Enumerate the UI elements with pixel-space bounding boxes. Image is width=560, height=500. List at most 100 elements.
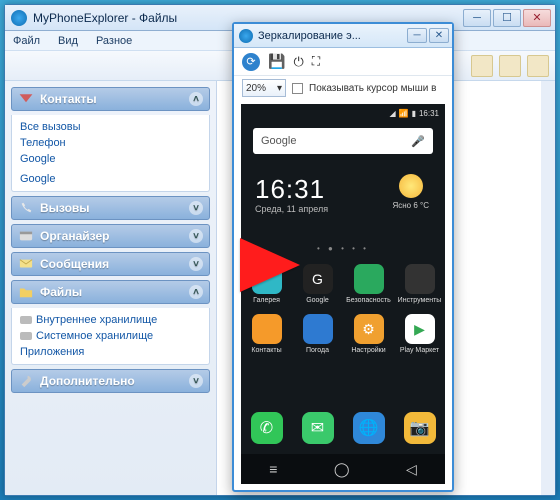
app-label: Контакты xyxy=(251,347,281,354)
phone-dock: ✆ ✉ 🌐 📷 xyxy=(241,412,445,444)
signal-icon: ◢ xyxy=(389,109,395,118)
app-label: Безопасность xyxy=(346,297,391,304)
files-link-internal[interactable]: Внутреннее хранилище xyxy=(20,312,201,328)
phone-search-bar[interactable]: Google 🎤 xyxy=(253,128,433,154)
mirror-close-button[interactable]: ✕ xyxy=(429,28,449,43)
mirror-minimize-button[interactable]: ─ xyxy=(407,28,427,43)
sidebar-contacts-header[interactable]: Контакты ˄ xyxy=(11,87,210,111)
sidebar-messages-header[interactable]: Сообщения ˅ xyxy=(11,252,210,276)
phone-status-bar: ◢ 📶 ▮ 16:31 xyxy=(241,106,445,120)
toolbar-button-3[interactable] xyxy=(527,55,549,77)
sidebar-extra-label: Дополнительно xyxy=(40,374,135,388)
contacts-link-google1[interactable]: Google xyxy=(20,151,201,167)
minimize-button[interactable]: ─ xyxy=(463,9,491,27)
mirror-title: Зеркалирование э... xyxy=(258,30,407,42)
menu-view[interactable]: Вид xyxy=(58,35,78,47)
chevron-down-icon: ˅ xyxy=(189,229,203,243)
toolbar-button-1[interactable] xyxy=(471,55,493,77)
phone-date: Среда, 11 апреля xyxy=(255,204,328,214)
app-icon xyxy=(252,314,282,344)
dock-app[interactable]: 📷 xyxy=(404,412,436,444)
phone-app[interactable]: ⚙Настройки xyxy=(343,314,394,354)
scrollbar-vertical[interactable] xyxy=(541,81,555,495)
contacts-link-all[interactable]: Все вызовы xyxy=(20,119,201,135)
cursor-checkbox[interactable] xyxy=(292,83,303,94)
chevron-down-icon: ˅ xyxy=(189,201,203,215)
files-link-apps[interactable]: Приложения xyxy=(20,344,201,360)
app-icon xyxy=(239,29,253,43)
storage-icon xyxy=(20,332,32,340)
sidebar-files-body: Внутреннее хранилище Системное хранилище… xyxy=(11,308,210,365)
sidebar-files-header[interactable]: Файлы ˄ xyxy=(11,280,210,304)
sidebar-calls-label: Вызовы xyxy=(40,201,90,215)
sidebar-extra-header[interactable]: Дополнительно ˅ xyxy=(11,369,210,393)
app-icon xyxy=(354,264,384,294)
app-icon xyxy=(303,314,333,344)
contacts-link-phone[interactable]: Телефон xyxy=(20,135,201,151)
phone-app[interactable]: Безопасность xyxy=(343,264,394,304)
phone-app[interactable]: G Google xyxy=(292,264,343,304)
sidebar: Контакты ˄ Все вызовы Телефон Google Goo… xyxy=(5,81,217,495)
app-label: Инструменты xyxy=(398,297,442,304)
dock-app[interactable]: ✉ xyxy=(302,412,334,444)
sidebar-organizer-header[interactable]: Органайзер ˅ xyxy=(11,224,210,248)
nav-home-button[interactable]: ◯ xyxy=(334,461,350,478)
search-placeholder: Google xyxy=(261,135,296,147)
mic-icon: 🎤 xyxy=(411,135,425,148)
phone-weather[interactable]: Ясно 6 °C xyxy=(392,174,429,210)
app-icon xyxy=(11,10,27,26)
sidebar-files-label: Файлы xyxy=(40,285,82,299)
mirror-titlebar: Зеркалирование э... ─ ✕ xyxy=(234,24,452,48)
app-icon xyxy=(252,264,282,294)
save-button[interactable]: 💾 xyxy=(268,53,285,70)
mirror-options-row: 20% ▾ Показывать курсор мыши в xyxy=(234,76,452,100)
wrench-icon xyxy=(18,374,34,388)
chevron-up-icon: ˄ xyxy=(189,285,203,299)
wifi-icon: 📶 xyxy=(399,109,409,118)
page-indicator: • ● • • • xyxy=(241,244,445,253)
fullscreen-button[interactable]: ⛶ xyxy=(312,54,320,69)
mirror-window: Зеркалирование э... ─ ✕ ⟳ 💾 ⏻ ⛶ 20% ▾ Пок… xyxy=(232,22,454,492)
chevron-down-icon: ˅ xyxy=(189,374,203,388)
files-link-system[interactable]: Системное хранилище xyxy=(20,328,201,344)
app-label: Погода xyxy=(306,347,329,354)
contacts-link-google2[interactable]: Google xyxy=(20,171,201,187)
power-button[interactable]: ⏻ xyxy=(293,54,303,70)
phone-app[interactable]: ▶Play Маркет xyxy=(394,314,445,354)
toolbar-button-2[interactable] xyxy=(499,55,521,77)
refresh-button[interactable]: ⟳ xyxy=(242,53,260,71)
app-label: Галерея xyxy=(253,297,280,304)
app-label: Google xyxy=(306,297,329,304)
zoom-value: 20% xyxy=(246,83,266,94)
app-label: Play Маркет xyxy=(400,347,439,354)
phone-app[interactable]: Галерея xyxy=(241,264,292,304)
phone-navbar: ≡ ◯ ◁ xyxy=(241,454,445,484)
files-label-system: Системное хранилище xyxy=(36,330,153,342)
dock-app[interactable]: ✆ xyxy=(251,412,283,444)
menu-misc[interactable]: Разное xyxy=(96,35,132,47)
menu-file[interactable]: Файл xyxy=(13,35,40,47)
phone-app[interactable]: Погода xyxy=(292,314,343,354)
battery-icon: ▮ xyxy=(412,109,416,118)
close-button[interactable]: ✕ xyxy=(523,9,551,27)
messages-icon xyxy=(18,257,34,271)
sidebar-calls-header[interactable]: Вызовы ˅ xyxy=(11,196,210,220)
app-label: Настройки xyxy=(351,347,385,354)
phone-clock: 16:31 xyxy=(255,174,325,205)
chevron-down-icon: ˅ xyxy=(189,257,203,271)
nav-back-button[interactable]: ◁ xyxy=(406,461,417,478)
nav-menu-button[interactable]: ≡ xyxy=(269,461,277,477)
app-icon: G xyxy=(303,264,333,294)
phone-app[interactable]: Контакты xyxy=(241,314,292,354)
chevron-down-icon: ▾ xyxy=(277,83,282,94)
phone-app[interactable]: Инструменты xyxy=(394,264,445,304)
files-icon xyxy=(18,285,34,299)
zoom-select[interactable]: 20% ▾ xyxy=(242,79,286,97)
cursor-label: Показывать курсор мыши в xyxy=(309,83,436,94)
dock-app[interactable]: 🌐 xyxy=(353,412,385,444)
weather-cond: Ясно xyxy=(392,201,411,210)
sun-icon xyxy=(399,174,423,198)
sidebar-organizer-label: Органайзер xyxy=(40,229,109,243)
maximize-button[interactable]: ☐ xyxy=(493,9,521,27)
sidebar-contacts-label: Контакты xyxy=(40,92,97,106)
